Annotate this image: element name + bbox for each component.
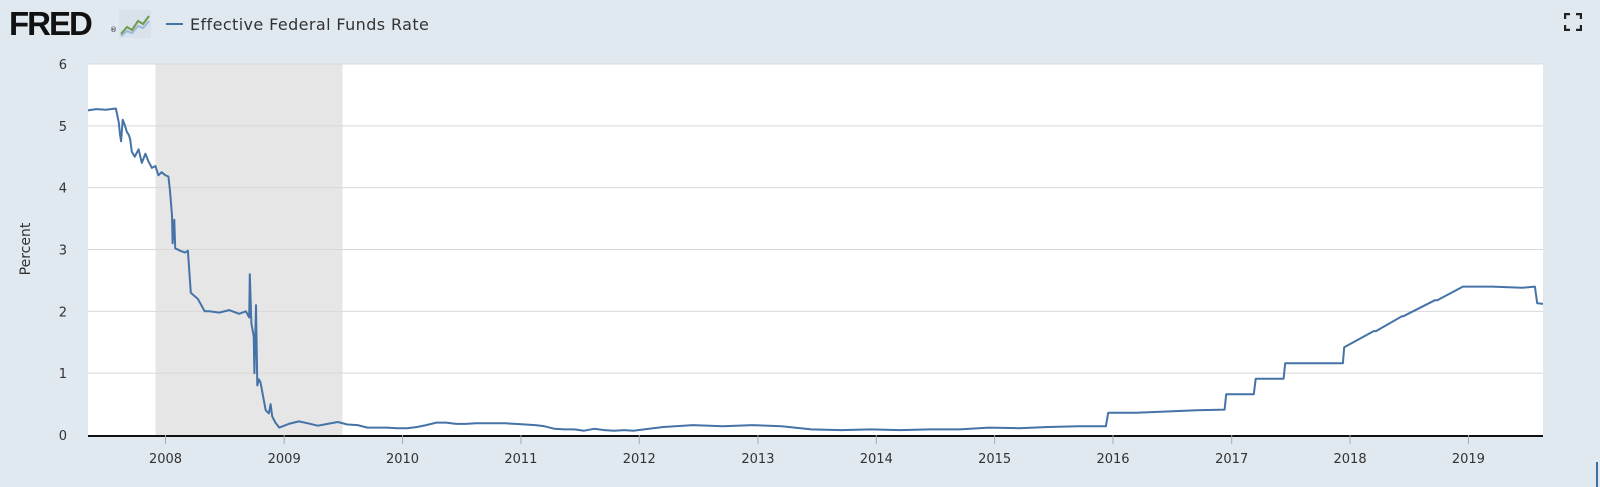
x-tick-label: 2014 bbox=[860, 452, 893, 467]
x-tick-label: 2009 bbox=[268, 452, 301, 467]
x-tick-label: 2011 bbox=[504, 452, 537, 467]
x-tick-label: 2008 bbox=[149, 452, 182, 467]
x-tick-label: 2017 bbox=[1215, 452, 1248, 467]
y-tick-label: 0 bbox=[59, 429, 67, 444]
y-tick-label: 3 bbox=[59, 244, 67, 259]
y-tick-label: 6 bbox=[59, 58, 67, 73]
x-tick-label: 2018 bbox=[1334, 452, 1367, 467]
y-tick-label: 4 bbox=[59, 182, 67, 197]
y-tick-label: 1 bbox=[59, 367, 67, 382]
chart: 0 1 2 3 4 5 6 2008 2009 2010 2011 2012 2013 2014 2015… bbox=[59, 58, 1544, 467]
y-tick-label: 2 bbox=[59, 305, 67, 320]
y-axis-ticks: 0 1 2 3 4 5 6 bbox=[59, 58, 67, 444]
scrollbar-edge bbox=[1596, 462, 1598, 487]
x-axis-ticks: 2008 2009 2010 2011 2012 2013 2014 2015 2016 2017… bbox=[149, 435, 1485, 467]
x-tick-label: 2015 bbox=[978, 452, 1011, 467]
x-tick-label: 2012 bbox=[623, 452, 656, 467]
x-tick-label: 2010 bbox=[386, 452, 419, 467]
x-tick-label: 2019 bbox=[1452, 452, 1485, 467]
x-tick-label: 2013 bbox=[741, 452, 774, 467]
x-tick-label: 2016 bbox=[1096, 452, 1129, 467]
y-tick-label: 5 bbox=[59, 120, 67, 135]
